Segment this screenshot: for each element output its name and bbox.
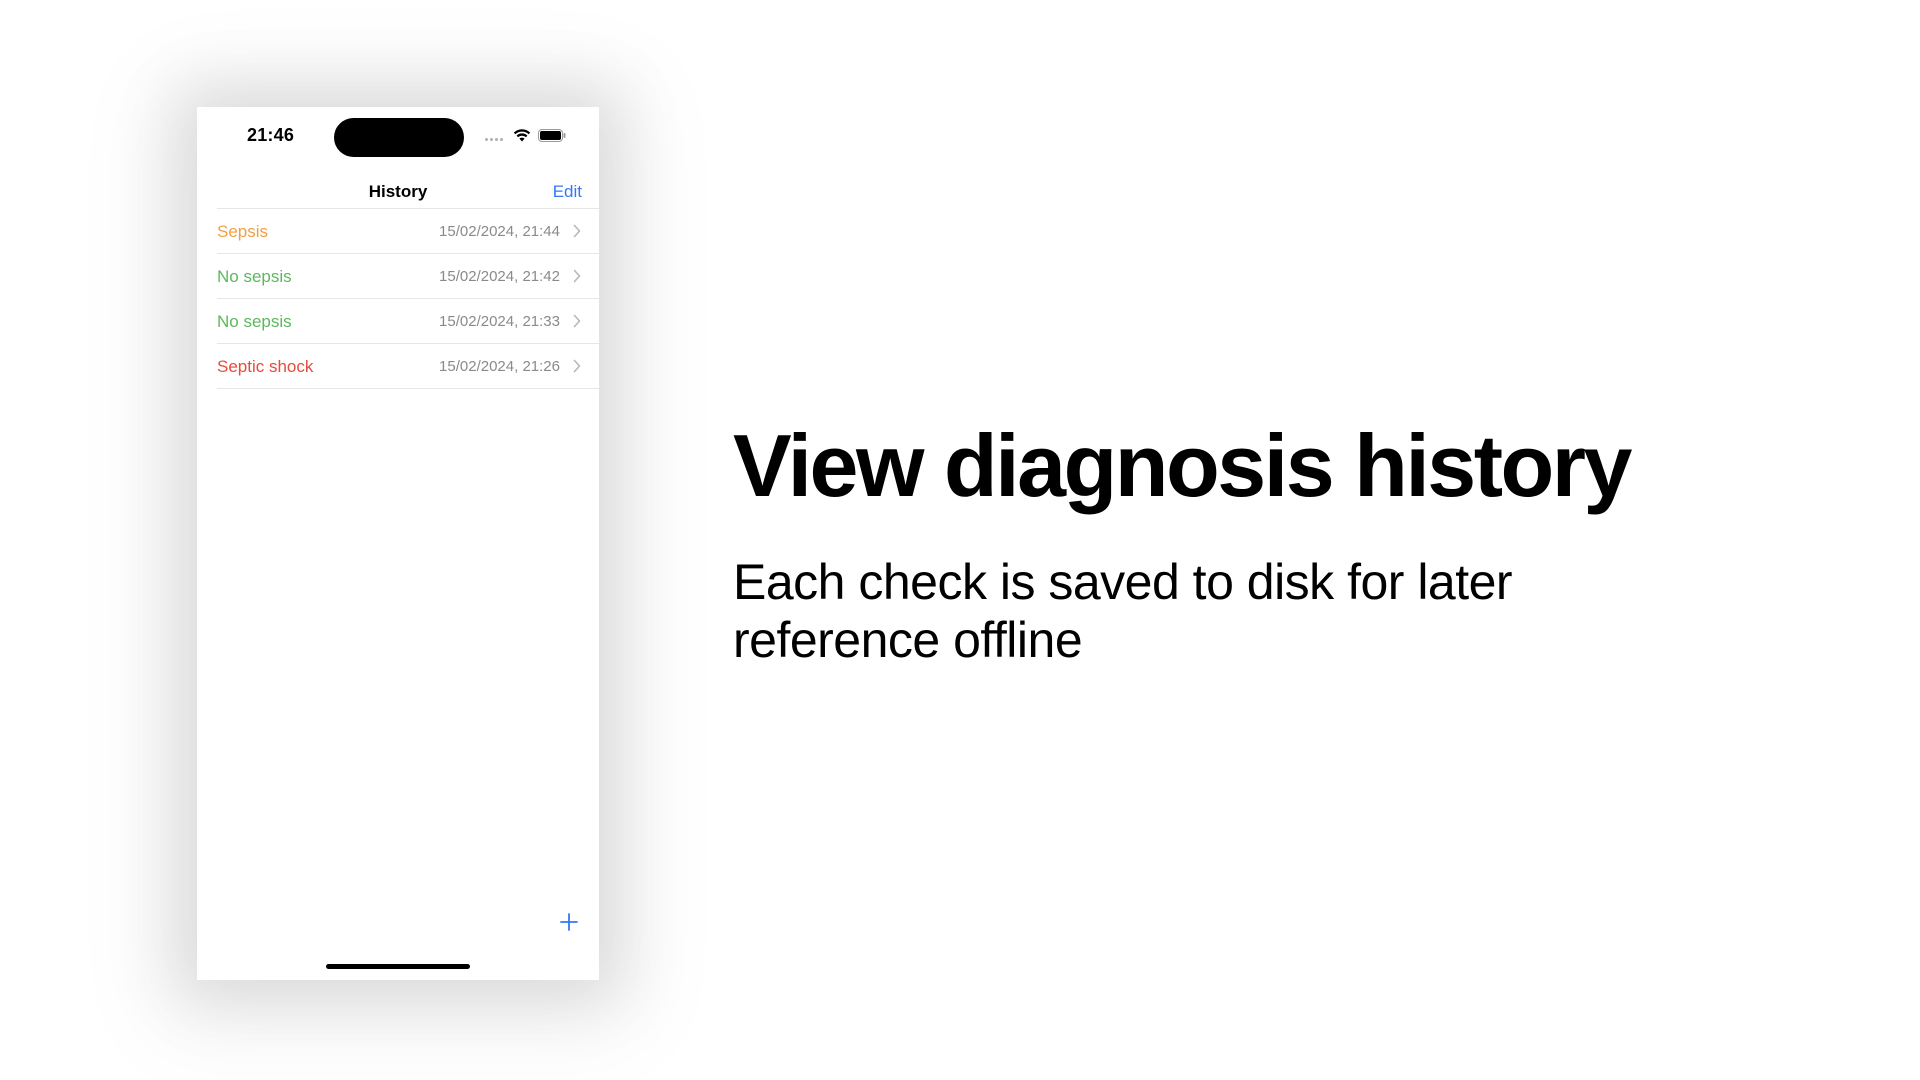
diagnosis-label: No sepsis — [217, 267, 292, 286]
edit-button[interactable]: Edit — [553, 182, 582, 202]
history-list: Sepsis 15/02/2024, 21:44 No sepsis 15/02/20… — [217, 208, 599, 389]
nav-title: History — [368, 182, 428, 201]
signal-dots-icon — [485, 138, 507, 142]
plus-icon[interactable] — [559, 912, 579, 932]
chevron-right-icon — [573, 359, 581, 373]
wifi-icon — [513, 129, 531, 142]
diagnosis-label: Septic shock — [217, 357, 314, 376]
diagnosis-date: 15/02/2024, 21:33 — [439, 313, 560, 330]
dynamic-island — [334, 118, 464, 157]
battery-icon — [538, 129, 566, 142]
chevron-right-icon — [573, 269, 581, 283]
status-bar: 21:46 — [197, 107, 599, 167]
diagnosis-date: 15/02/2024, 21:44 — [439, 223, 560, 240]
phone-screen: 21:46 History Edit Sepsis 15/02/2024, 21:… — [197, 107, 599, 980]
promo-headline: View diagnosis history — [733, 416, 1632, 515]
diagnosis-date: 15/02/2024, 21:42 — [439, 268, 560, 285]
promo-subtitle: Each check is saved to disk for later re… — [733, 554, 1513, 668]
chevron-right-icon — [573, 224, 581, 238]
history-row[interactable]: Septic shock 15/02/2024, 21:26 — [217, 344, 599, 389]
diagnosis-label: No sepsis — [217, 312, 292, 331]
chevron-right-icon — [573, 314, 581, 328]
status-time: 21:46 — [247, 125, 295, 145]
history-row[interactable]: No sepsis 15/02/2024, 21:42 — [217, 254, 599, 299]
diagnosis-date: 15/02/2024, 21:26 — [439, 358, 560, 375]
diagnosis-label: Sepsis — [217, 222, 269, 241]
history-row[interactable]: Sepsis 15/02/2024, 21:44 — [217, 209, 599, 254]
page: 21:46 History Edit Sepsis 15/02/2024, 21:… — [0, 0, 1920, 1080]
history-row[interactable]: No sepsis 15/02/2024, 21:33 — [217, 299, 599, 344]
home-indicator[interactable] — [326, 964, 470, 969]
